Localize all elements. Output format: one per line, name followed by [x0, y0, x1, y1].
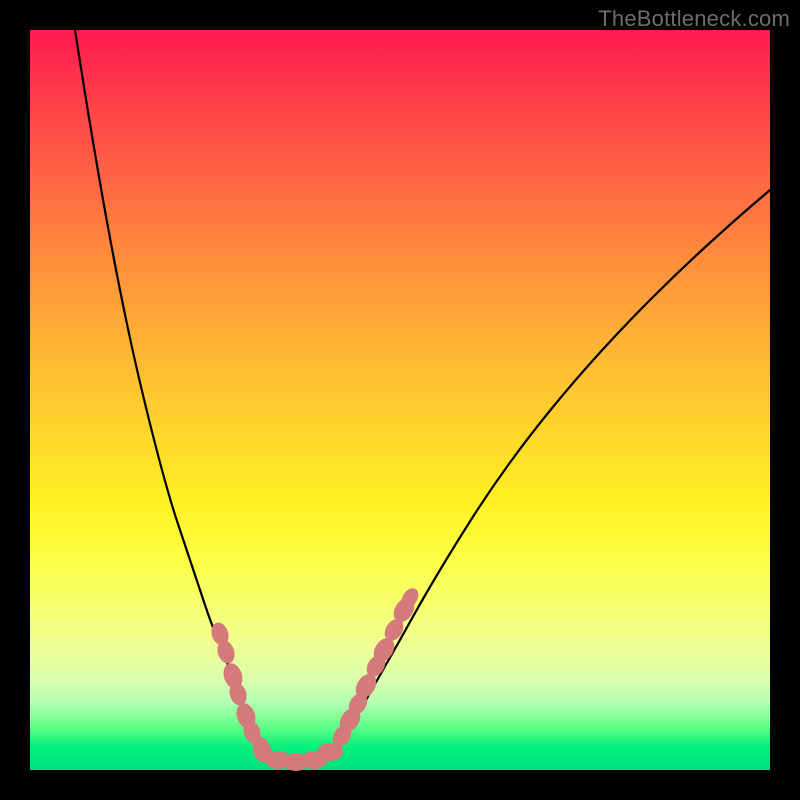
outer-frame: TheBottleneck.com: [0, 0, 800, 800]
bottleneck-curve: [75, 30, 770, 762]
watermark-text: TheBottleneck.com: [598, 6, 790, 32]
bead-markers: [209, 586, 421, 771]
chart-overlay: [30, 30, 770, 770]
